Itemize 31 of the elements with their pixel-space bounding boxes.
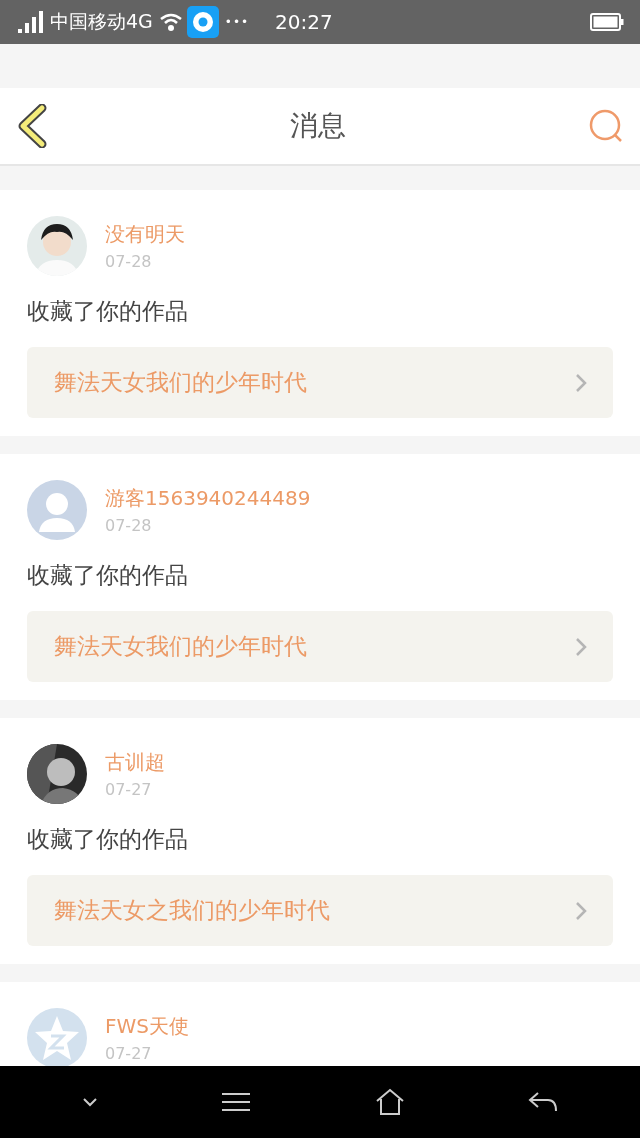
message-date: 07-27 bbox=[105, 780, 153, 799]
message-date: 07-27 bbox=[105, 1044, 153, 1063]
user-name[interactable]: FWS天使 bbox=[105, 1013, 189, 1040]
message-date: 07-28 bbox=[105, 516, 153, 535]
home-icon[interactable] bbox=[374, 1088, 405, 1116]
page-title: 消息 bbox=[290, 108, 346, 144]
avatar-icon bbox=[27, 480, 87, 540]
message-date: 07-28 bbox=[105, 252, 153, 271]
work-link[interactable]: 舞法天女我们的少年时代 bbox=[27, 611, 613, 682]
message-text: 收藏了你的作品 bbox=[27, 561, 189, 590]
carrier-name: 中国移动4G bbox=[50, 9, 153, 34]
menu-icon[interactable] bbox=[221, 1092, 252, 1112]
work-link[interactable]: 舞法天女我们的少年时代 bbox=[27, 347, 613, 418]
back-arrow-icon[interactable] bbox=[528, 1091, 559, 1113]
message-text: 收藏了你的作品 bbox=[27, 297, 189, 326]
user-name[interactable]: 古训超 bbox=[105, 749, 165, 776]
signal-icon bbox=[18, 11, 46, 33]
chevron-right-icon bbox=[575, 900, 587, 921]
user-name[interactable]: 没有明天 bbox=[105, 221, 185, 248]
app-notification-icon bbox=[186, 6, 219, 38]
back-icon[interactable] bbox=[16, 104, 48, 148]
battery-icon bbox=[590, 13, 624, 31]
chevron-right-icon bbox=[575, 372, 587, 393]
more-notifications: ••• bbox=[224, 15, 250, 29]
chevron-right-icon bbox=[575, 636, 587, 657]
wifi-icon bbox=[158, 12, 183, 32]
user-name[interactable]: 游客1563940244489 bbox=[105, 485, 311, 512]
message-text: 收藏了你的作品 bbox=[27, 825, 189, 854]
chevron-down-icon[interactable] bbox=[81, 1097, 98, 1107]
work-link[interactable]: 舞法天女之我们的少年时代 bbox=[27, 875, 613, 946]
clock: 20:27 bbox=[275, 10, 333, 34]
